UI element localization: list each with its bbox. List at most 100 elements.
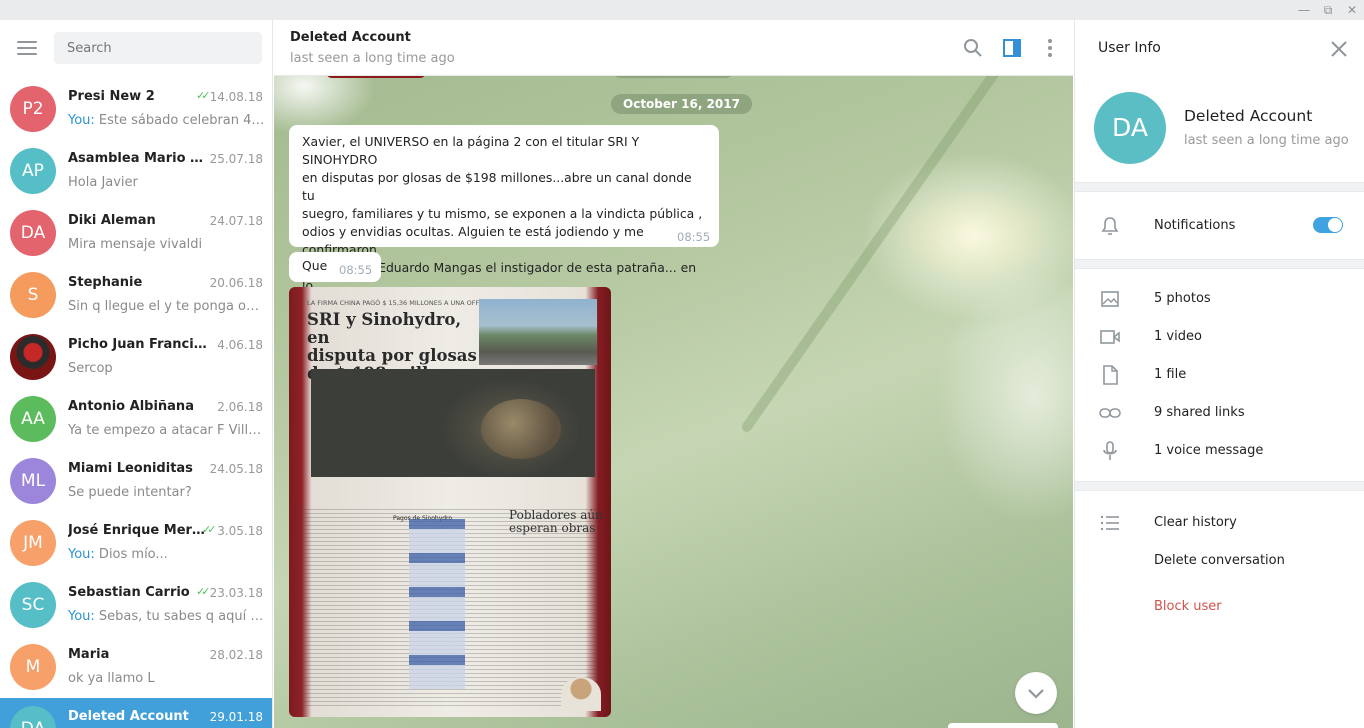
chat-name: Diki Aleman (68, 213, 156, 228)
chat-list-item[interactable]: S Stephanie 20.06.18 Sin q llegue el y te p… (0, 264, 272, 326)
chat-status: last seen a long time ago (290, 51, 455, 66)
newspaper-subhead: Pobladores aún esperan obras (509, 509, 603, 535)
search-icon[interactable] (963, 38, 983, 58)
newspaper-headline-line: disputa por glosas (307, 346, 477, 365)
chat-list-item[interactable]: DA Diki Aleman 24.07.18 Mira mensaje vivald… (0, 202, 272, 264)
media-label: 5 photos (1154, 291, 1211, 306)
chat-name: Presi New 2 (68, 89, 155, 104)
media-row-files[interactable]: 1 file (1075, 357, 1364, 393)
message-line: suegro, familiares y tu mismo, se expone… (302, 206, 703, 221)
list-icon (1100, 515, 1119, 531)
list-item-partial[interactable] (0, 64, 272, 66)
chat-list-item[interactable]: AA Antonio Albiñana 2.06.18 Ya te empezo a … (0, 388, 272, 450)
media-label: 1 video (1154, 329, 1202, 344)
video-icon (1100, 330, 1120, 344)
media-row-videos[interactable]: 1 video (1075, 319, 1364, 355)
user-info-panel: User Info DA Deleted Account last seen a… (1074, 20, 1364, 728)
chat-list-item[interactable]: ML Miami Leoniditas 24.05.18 Se puede inten… (0, 450, 272, 512)
newspaper-turbine-photo (311, 369, 595, 477)
search-input[interactable] (54, 32, 262, 64)
chat-date: 28.02.18 (209, 648, 263, 662)
chat-preview: Ya te empezo a atacar F Vill con... (68, 423, 265, 438)
preview-text: ok ya llamo L (68, 671, 155, 686)
chat-list-item[interactable]: M Maria 28.02.18 ok ya llamo L (0, 636, 272, 698)
avatar: AA (10, 396, 56, 442)
user-status: last seen a long time ago (1184, 133, 1349, 148)
delete-conversation-label: Delete conversation (1154, 553, 1285, 568)
message-bubble[interactable]: Que 08:55 (289, 252, 381, 282)
chat-name: Asamblea Mario Paz... (68, 151, 210, 166)
input-area-edge (948, 723, 1058, 728)
chat-date: 20.06.18 (209, 276, 263, 290)
avatar[interactable]: DA (1094, 92, 1166, 164)
chat-preview: You: Este sábado celebran 4 a... (68, 113, 265, 128)
chat-preview: Sercop (68, 361, 265, 376)
preview-text: Sercop (68, 361, 113, 376)
newspaper-photo-message[interactable]: LA FIRMA CHINA PAGÓ $ 15,36 MILLONES A U… (289, 287, 611, 717)
photo-icon (1101, 291, 1119, 307)
chat-list-item[interactable]: P2 Presi New 2 ✓✓ 14.08.18 You: Este sábado … (0, 78, 272, 140)
divider (1075, 259, 1364, 269)
close-window-icon[interactable]: ✕ (1344, 2, 1360, 18)
close-icon[interactable] (1330, 40, 1348, 58)
maximize-icon[interactable]: ⧉ (1320, 2, 1336, 18)
media-row-links[interactable]: 9 shared links (1075, 395, 1364, 431)
newspaper-kicker: LA FIRMA CHINA PAGÓ $ 15,36 MILLONES A U… (307, 299, 502, 307)
block-user-button[interactable]: Block user (1075, 589, 1364, 625)
chat-list: P2 Presi New 2 ✓✓ 14.08.18 You: Este sábado … (0, 64, 272, 728)
you-prefix: You: (68, 113, 95, 128)
media-row-photos[interactable]: 5 photos (1075, 281, 1364, 317)
preview-text: Este sábado celebran 4 a... (94, 113, 265, 128)
microphone-icon (1103, 441, 1117, 460)
chat-name: Stephanie (68, 275, 143, 290)
scroll-down-button[interactable] (1015, 672, 1057, 714)
clear-history-button[interactable]: Clear history (1075, 505, 1364, 541)
chat-list-item[interactable]: AP Asamblea Mario Paz...25.07.18 Hola Javi… (0, 140, 272, 202)
avatar: SC (10, 582, 56, 628)
you-prefix: You: (68, 547, 95, 562)
link-icon (1099, 408, 1121, 418)
chat-list-item[interactable]: Picho Juan Francisco 4.06.18 Sercop (0, 326, 272, 388)
delete-conversation-button[interactable]: Delete conversation (1075, 543, 1364, 579)
chat-sidebar: P2 Presi New 2 ✓✓ 14.08.18 You: Este sábado … (0, 20, 273, 728)
chat-list-item[interactable]: SC Sebastian Carrio ✓✓ 23.03.18 You: Sebas, … (0, 574, 272, 636)
preview-text: Sin q llegue el y te ponga obstá... (68, 299, 265, 314)
chat-header: Deleted Account last seen a long time ag… (274, 20, 1073, 76)
chat-name: Deleted Account (68, 709, 189, 724)
user-name: Deleted Account (1184, 107, 1313, 125)
hamburger-menu-icon[interactable] (17, 41, 37, 55)
chat-date: 3.05.18 (217, 524, 263, 538)
message-text: Que (302, 258, 328, 273)
window-titlebar: — ⧉ ✕ (0, 0, 1364, 20)
avatar (10, 334, 56, 380)
chat-date: 29.01.18 (209, 710, 263, 724)
chat-title[interactable]: Deleted Account (290, 30, 411, 45)
more-options-icon[interactable] (1040, 38, 1060, 58)
minimize-icon[interactable]: — (1296, 2, 1312, 18)
media-label: 1 voice message (1154, 443, 1264, 458)
avatar: ML (10, 458, 56, 504)
chat-date: 14.08.18 (209, 90, 263, 104)
media-row-voice[interactable]: 1 voice message (1075, 433, 1364, 469)
read-check-icon: ✓✓ (202, 523, 217, 536)
sidebar-toggle-icon[interactable] (1002, 38, 1022, 58)
notifications-label: Notifications (1154, 218, 1236, 233)
preview-text: Mira mensaje vivaldi (68, 237, 203, 252)
newspaper-infographic (409, 519, 465, 689)
chat-preview: ok ya llamo L (68, 671, 265, 686)
chat-date: 25.07.18 (209, 152, 263, 166)
message-time: 08:55 (677, 230, 711, 244)
message-line: en disputas por glosas de $198 millones.… (302, 170, 692, 203)
chat-area: Deleted Account last seen a long time ag… (274, 20, 1073, 728)
you-prefix: You: (68, 609, 95, 624)
message-bubble[interactable]: Xavier, el UNIVERSO en la página 2 con e… (289, 125, 719, 311)
chat-preview: Sin q llegue el y te ponga obstá... (68, 299, 265, 314)
chat-list-item[interactable]: DA Deleted Account 29.01.18 (0, 698, 272, 728)
notifications-toggle[interactable] (1313, 217, 1343, 233)
chat-date: 4.06.18 (217, 338, 263, 352)
avatar: P2 (10, 86, 56, 132)
chevron-down-icon (1028, 689, 1044, 699)
chat-date: 24.05.18 (209, 462, 263, 476)
chat-list-item[interactable]: JM José Enrique Merc... ✓✓ 3.05.18 You: Dios… (0, 512, 272, 574)
newspaper-headline-line: SRI y Sinohydro, en (307, 310, 462, 347)
